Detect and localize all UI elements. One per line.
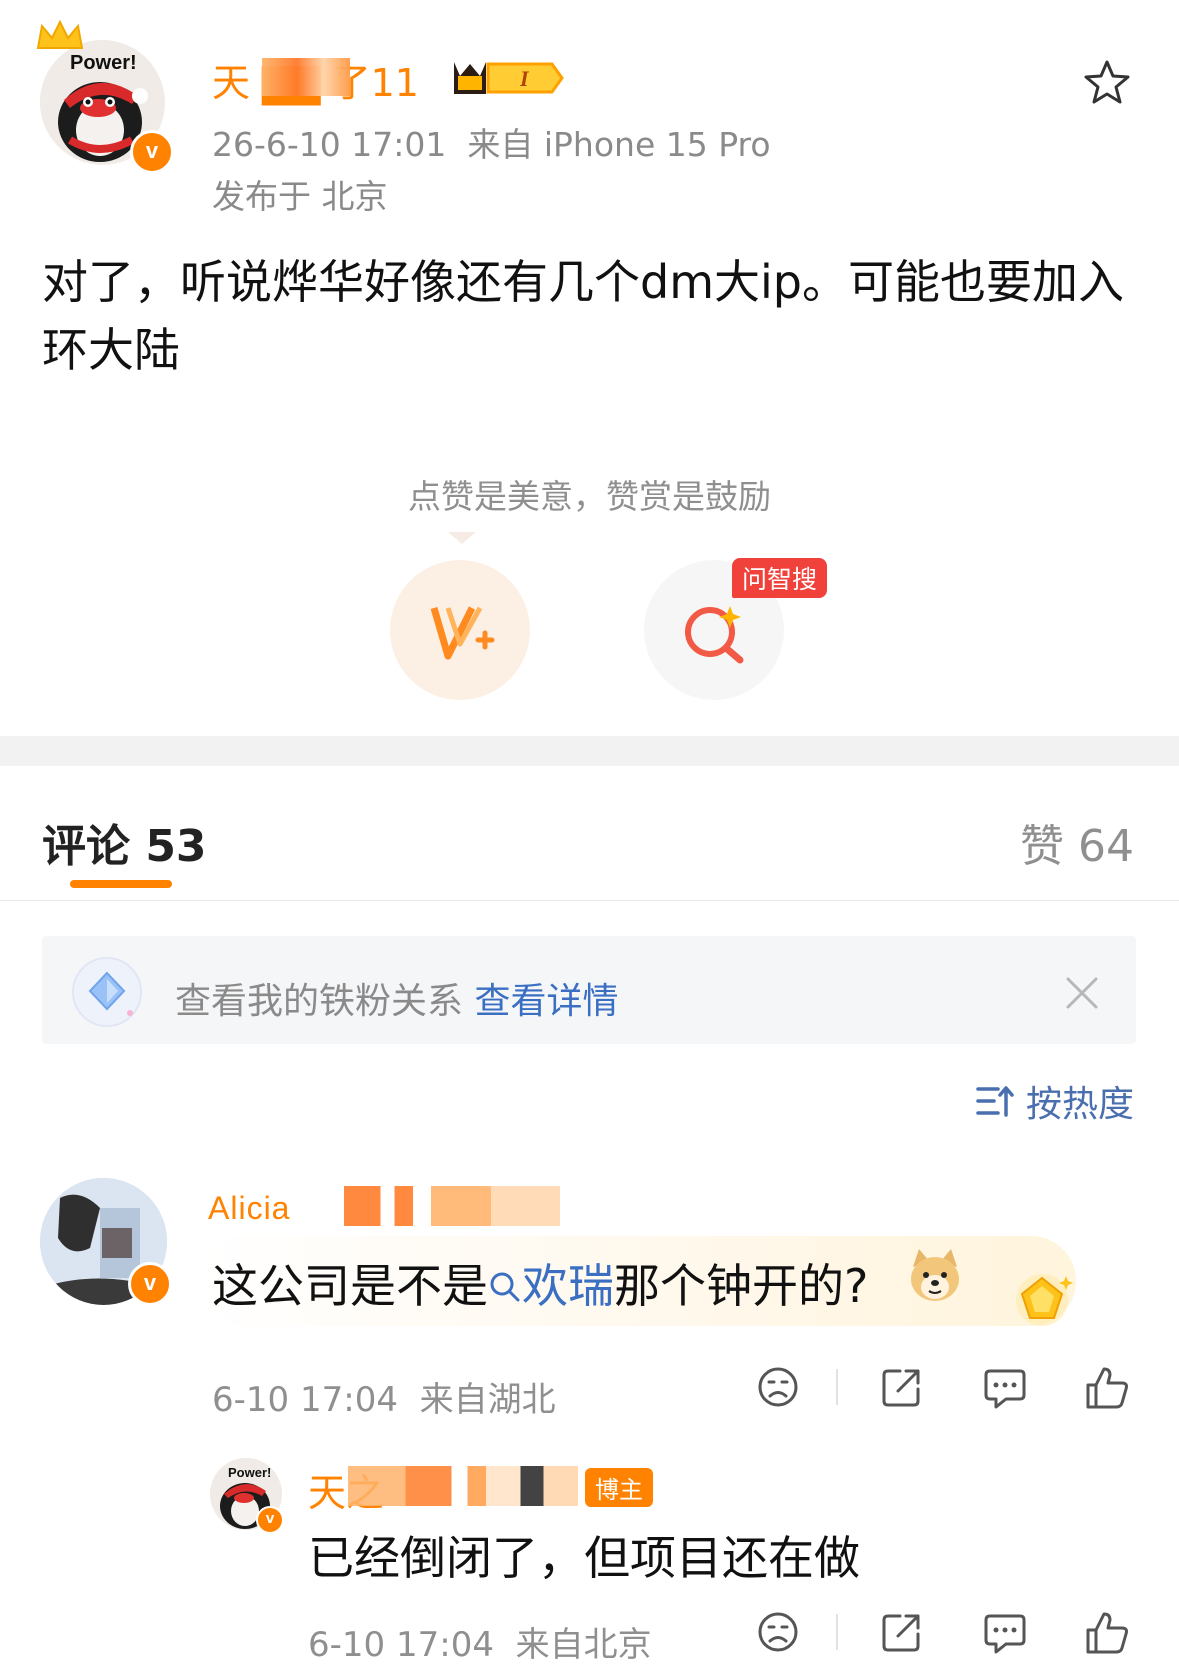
comment-location: 来自湖北 [419, 1380, 556, 1420]
fans-banner-text: 查看我的铁粉关系 查看详情 [175, 972, 618, 1024]
sort-icon [976, 1086, 1014, 1117]
search-icon [490, 1272, 520, 1302]
view-details-link[interactable]: 查看详情 [474, 981, 618, 1022]
comment-text: 这公司是不是 欢瑞那个钟开的? [212, 1250, 868, 1316]
smart-search-badge: 问智搜 [732, 558, 828, 598]
like-thumb-icon[interactable] [1084, 1365, 1130, 1411]
fans-relation-label: 查看我的铁粉关系 [175, 981, 464, 1022]
sort-label: 按热度 [1025, 1084, 1134, 1125]
share-icon[interactable] [880, 1365, 924, 1409]
dislike-face-icon[interactable] [756, 1365, 800, 1409]
keyword-text: 欢瑞 [522, 1259, 614, 1313]
commenter-name[interactable]: Alicia [208, 1190, 290, 1227]
comment-reply-icon[interactable] [982, 1610, 1028, 1656]
name-mosaic [262, 58, 350, 96]
reply-text: 已经倒闭了，但项目还在做 [308, 1531, 860, 1585]
verified-v-icon: v [256, 1506, 284, 1534]
share-icon[interactable] [880, 1610, 924, 1654]
verified-v-icon: v [128, 1262, 172, 1306]
gold-gem-icon [1016, 1274, 1073, 1326]
reply-location: 来自北京 [515, 1625, 652, 1665]
comment-time: 6-10 17:04 [212, 1380, 398, 1420]
reply-time: 6-10 17:04 [308, 1625, 494, 1665]
name-mosaic [330, 1186, 560, 1226]
action-separator [836, 1369, 838, 1405]
avatar-badge-text: Power! [228, 1465, 272, 1480]
tab-comments[interactable]: 评论 53 [42, 810, 207, 874]
name-mosaic [348, 1466, 578, 1506]
reply-meta: 6-10 17:04 来自北京 [308, 1617, 652, 1666]
vip-crown-badge-icon: I [454, 62, 564, 94]
comment-text-before: 这公司是不是 [212, 1259, 488, 1313]
post-timestamp: 26-6-10 17:01 [212, 125, 447, 164]
avatar-badge-text: Power! [70, 52, 137, 74]
reward-tip: 点赞是美意，赞赏是鼓励 [408, 477, 771, 516]
action-separator [836, 1614, 838, 1650]
reward-button[interactable] [390, 560, 530, 700]
search-keyword-link[interactable]: 欢瑞 [488, 1259, 614, 1313]
post-meta: 26-6-10 17:01 来自 iPhone 15 Pro [212, 118, 771, 166]
v-plus-reward-icon [430, 606, 495, 660]
like-thumb-icon[interactable] [1084, 1610, 1130, 1656]
sort-toggle[interactable]: 按热度 [976, 1075, 1134, 1127]
comment-meta: 6-10 17:04 来自湖北 [212, 1372, 556, 1421]
tab-divider [0, 900, 1179, 901]
verified-v-icon: v [130, 130, 174, 174]
active-tab-indicator [70, 880, 172, 888]
comment-text-after: 那个钟开的? [614, 1259, 869, 1313]
favorite-star-icon[interactable] [1082, 58, 1132, 108]
post-location: 发布于 北京 [212, 177, 388, 216]
comment-reply-icon[interactable] [982, 1365, 1028, 1411]
dislike-face-icon[interactable] [756, 1610, 800, 1654]
diamond-fans-icon [72, 957, 142, 1027]
blogger-badge: 博主 [585, 1468, 653, 1507]
vip-level-text: I [519, 66, 530, 91]
tab-likes[interactable]: 赞 64 [1020, 810, 1134, 874]
post-source: 来自 iPhone 15 Pro [467, 125, 771, 164]
section-divider [0, 736, 1179, 766]
post-content: 对了，听说烨华好像还有几个dm大ip。可能也要加入环大陆 [42, 255, 1124, 377]
close-icon[interactable] [1064, 975, 1100, 1011]
tip-arrow [448, 532, 476, 544]
doge-emoji-icon [911, 1249, 959, 1301]
